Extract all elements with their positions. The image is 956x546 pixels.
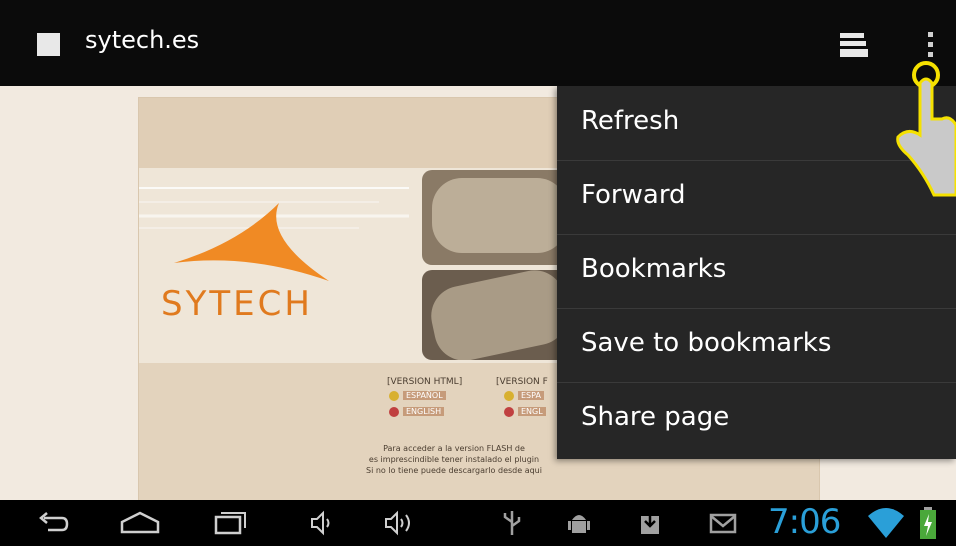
tabs-icon[interactable] — [838, 31, 868, 59]
spain-flag-icon — [389, 391, 399, 401]
menu-item-label: Save to bookmarks — [581, 328, 832, 358]
usb-icon — [503, 511, 521, 535]
android-debug-icon — [568, 515, 590, 533]
footer-line: Para acceder a la version FLASH de — [383, 444, 525, 453]
wifi-icon — [868, 508, 904, 538]
spain-flag-icon — [504, 391, 514, 401]
html-english-link[interactable]: ENGLISH — [403, 407, 445, 416]
battery-icon — [920, 507, 936, 539]
menu-item-share-page[interactable]: Share page — [557, 382, 956, 456]
menu-item-bookmarks[interactable]: Bookmarks — [557, 234, 956, 309]
flash-english-link[interactable]: ENGL — [518, 407, 546, 416]
volume-down-icon[interactable] — [308, 508, 334, 538]
recent-apps-icon[interactable] — [210, 508, 250, 538]
menu-item-save-to-bookmarks[interactable]: Save to bookmarks — [557, 308, 956, 383]
product-image-top[interactable] — [422, 170, 577, 265]
site-logo[interactable]: SYTECH — [161, 284, 313, 324]
status-clock: 7:06 — [768, 502, 841, 542]
html-spanish-link[interactable]: ESPAÑOL — [403, 391, 446, 400]
home-icon[interactable] — [118, 508, 162, 538]
footer-line: Si no lo tiene puede descargarlo desde a… — [366, 466, 542, 475]
flash-info-text: Para acceder a la version FLASH de es im… — [324, 443, 584, 476]
back-icon[interactable] — [36, 508, 70, 538]
uk-flag-icon — [389, 407, 399, 417]
version-html-label[interactable]: [VERSION HTML] — [387, 377, 462, 387]
browser-title-bar: sytech.es — [0, 0, 956, 86]
download-icon — [641, 512, 659, 534]
menu-item-label: Share page — [581, 402, 730, 432]
favicon-icon — [37, 33, 60, 56]
version-flash-label[interactable]: [VERSION F — [496, 377, 548, 387]
menu-item-label: Forward — [581, 180, 686, 210]
product-image-bottom[interactable] — [422, 270, 577, 360]
menu-item-label: Refresh — [581, 106, 680, 136]
system-nav-bar: 7:06 — [0, 500, 956, 546]
volume-up-icon[interactable] — [382, 508, 418, 538]
menu-item-label: Bookmarks — [581, 254, 727, 284]
touch-hand-icon — [896, 61, 956, 197]
uk-flag-icon — [504, 407, 514, 417]
footer-line: es imprescindible tener instalado el plu… — [368, 455, 540, 464]
gmail-icon — [709, 513, 737, 534]
logo-swoosh-icon — [174, 203, 329, 281]
page-title[interactable]: sytech.es — [85, 26, 199, 54]
flash-spanish-link[interactable]: ESPA — [518, 391, 544, 400]
